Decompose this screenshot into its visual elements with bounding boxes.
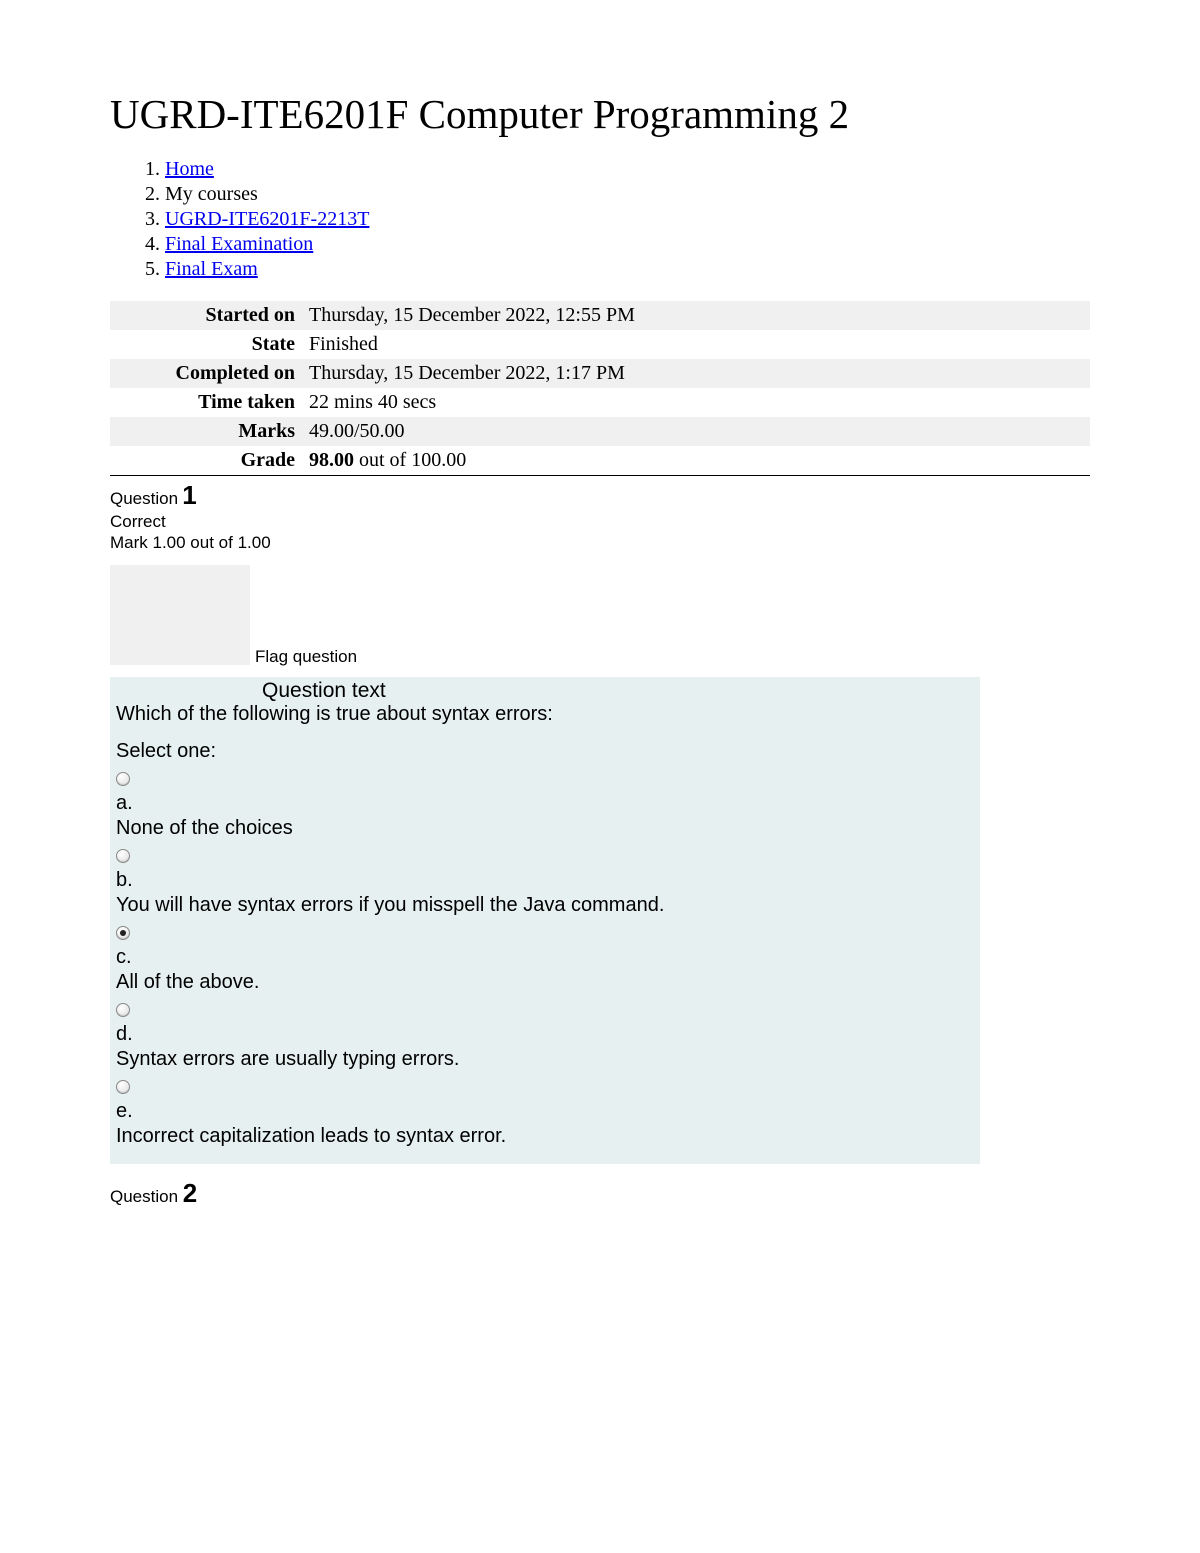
state-value: Finished <box>305 330 1090 359</box>
breadcrumb-course[interactable]: UGRD-ITE6201F-2213T <box>165 208 369 230</box>
option-c: c. All of the above. <box>116 921 974 994</box>
radio-a[interactable] <box>116 772 130 786</box>
option-b-letter: b. <box>116 869 974 892</box>
question-correct: Correct <box>110 512 1090 532</box>
completed-on-value: Thursday, 15 December 2022, 1:17 PM <box>305 359 1090 388</box>
question-number: 1 <box>182 480 196 510</box>
breadcrumb-home[interactable]: Home <box>165 158 214 180</box>
question-label: Question <box>110 489 178 508</box>
breadcrumb: Home My courses UGRD-ITE6201F-2213T Fina… <box>110 158 1090 281</box>
breadcrumb-quiz[interactable]: Final Exam <box>165 258 258 280</box>
question-header: Question 1 Correct Mark 1.00 out of 1.00 <box>110 480 1090 553</box>
option-b-text: You will have syntax errors if you missp… <box>116 894 974 917</box>
option-d: d. Syntax errors are usually typing erro… <box>116 998 974 1071</box>
option-d-letter: d. <box>116 1023 974 1046</box>
page-title: UGRD-ITE6201F Computer Programming 2 <box>110 90 1090 138</box>
option-a-text: None of the choices <box>116 817 974 840</box>
breadcrumb-mycourses: My courses <box>165 183 258 205</box>
option-e-letter: e. <box>116 1100 974 1123</box>
grade-score: 98.00 <box>309 449 354 471</box>
option-a-letter: a. <box>116 792 974 815</box>
option-e: e. Incorrect capitalization leads to syn… <box>116 1075 974 1148</box>
radio-d[interactable] <box>116 1003 130 1017</box>
grade-value: 98.00 out of 100.00 <box>305 446 1090 476</box>
question-prompt: Which of the following is true about syn… <box>116 703 974 726</box>
marks-value: 49.00/50.00 <box>305 417 1090 446</box>
breadcrumb-section[interactable]: Final Examination <box>165 233 313 255</box>
question-2-number: 2 <box>183 1178 197 1208</box>
grade-label: Grade <box>110 446 305 476</box>
option-c-text: All of the above. <box>116 971 974 994</box>
select-one-label: Select one: <box>116 740 974 763</box>
started-on-value: Thursday, 15 December 2022, 12:55 PM <box>305 301 1090 330</box>
marks-label: Marks <box>110 417 305 446</box>
completed-on-label: Completed on <box>110 359 305 388</box>
question-2-header: Question 2 <box>110 1178 1090 1209</box>
flag-box <box>110 565 250 665</box>
question-text-heading: Question text <box>112 677 978 703</box>
radio-b[interactable] <box>116 849 130 863</box>
flag-question[interactable]: Flag question <box>255 647 1090 667</box>
radio-c[interactable] <box>116 926 130 940</box>
option-a: a. None of the choices <box>116 767 974 840</box>
option-d-text: Syntax errors are usually typing errors. <box>116 1048 974 1071</box>
state-label: State <box>110 330 305 359</box>
time-taken-label: Time taken <box>110 388 305 417</box>
question-mark: Mark 1.00 out of 1.00 <box>110 533 1090 553</box>
grade-outof: out of 100.00 <box>354 449 466 471</box>
option-e-text: Incorrect capitalization leads to syntax… <box>116 1125 974 1148</box>
started-on-label: Started on <box>110 301 305 330</box>
question-box: Question text Which of the following is … <box>110 677 980 1164</box>
option-c-letter: c. <box>116 946 974 969</box>
time-taken-value: 22 mins 40 secs <box>305 388 1090 417</box>
radio-e[interactable] <box>116 1080 130 1094</box>
option-b: b. You will have syntax errors if you mi… <box>116 844 974 917</box>
summary-table: Started on Thursday, 15 December 2022, 1… <box>110 301 1090 476</box>
question-2-label: Question <box>110 1187 178 1206</box>
